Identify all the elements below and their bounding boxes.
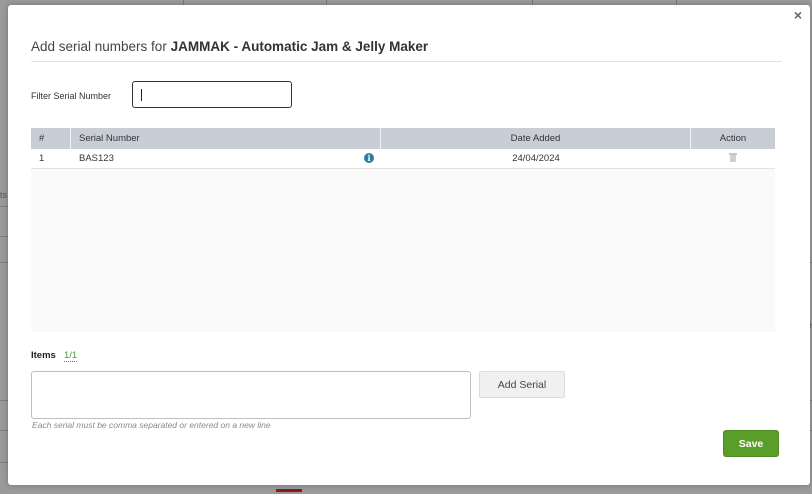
add-serials-modal: × Add serial numbers for JAMMAK - Automa… [8, 5, 810, 485]
modal-title: Add serial numbers for JAMMAK - Automati… [31, 39, 428, 54]
column-header-date[interactable]: Date Added [381, 128, 691, 149]
serial-table: # Serial Number Date Added Action 1 BAS1… [31, 128, 775, 332]
background-text-fragment: ts [0, 190, 8, 200]
column-header-number[interactable]: # [31, 128, 71, 149]
modal-title-prefix: Add serial numbers for [31, 39, 167, 54]
row-serial-cell: BAS123 i [71, 149, 381, 168]
trash-icon-can [730, 155, 736, 162]
modal-title-product: JAMMAK - Automatic Jam & Jelly Maker [170, 39, 429, 54]
serial-entry-textarea[interactable] [31, 371, 471, 419]
table-row[interactable]: 1 BAS123 i 24/04/2024 [31, 149, 775, 169]
table-header: # Serial Number Date Added Action [31, 128, 775, 149]
background-divider [0, 206, 8, 207]
background-divider [0, 462, 8, 463]
background-divider [0, 262, 8, 263]
column-header-serial[interactable]: Serial Number [71, 128, 381, 149]
info-icon[interactable]: i [364, 153, 374, 163]
title-divider [31, 61, 782, 62]
items-label: Items [31, 350, 56, 361]
trash-icon[interactable] [729, 153, 737, 163]
background-red-marker [276, 489, 302, 492]
add-serial-button[interactable]: Add Serial [479, 371, 565, 398]
row-date: 24/04/2024 [512, 153, 560, 164]
row-serial: BAS123 [79, 153, 114, 164]
serial-entry-hint: Each serial must be comma separated or e… [32, 420, 271, 430]
row-number: 1 [39, 153, 45, 164]
close-icon[interactable]: × [794, 8, 802, 22]
filter-serial-input[interactable] [132, 81, 292, 108]
background-divider [0, 236, 8, 237]
save-button[interactable]: Save [723, 430, 779, 457]
text-caret [141, 89, 142, 101]
background-divider [0, 430, 8, 431]
items-count[interactable]: 1/1 [64, 350, 78, 362]
filter-serial-label: Filter Serial Number [31, 91, 112, 101]
column-header-action: Action [719, 133, 747, 144]
background-divider [0, 400, 8, 401]
row-action-cell [691, 149, 775, 168]
